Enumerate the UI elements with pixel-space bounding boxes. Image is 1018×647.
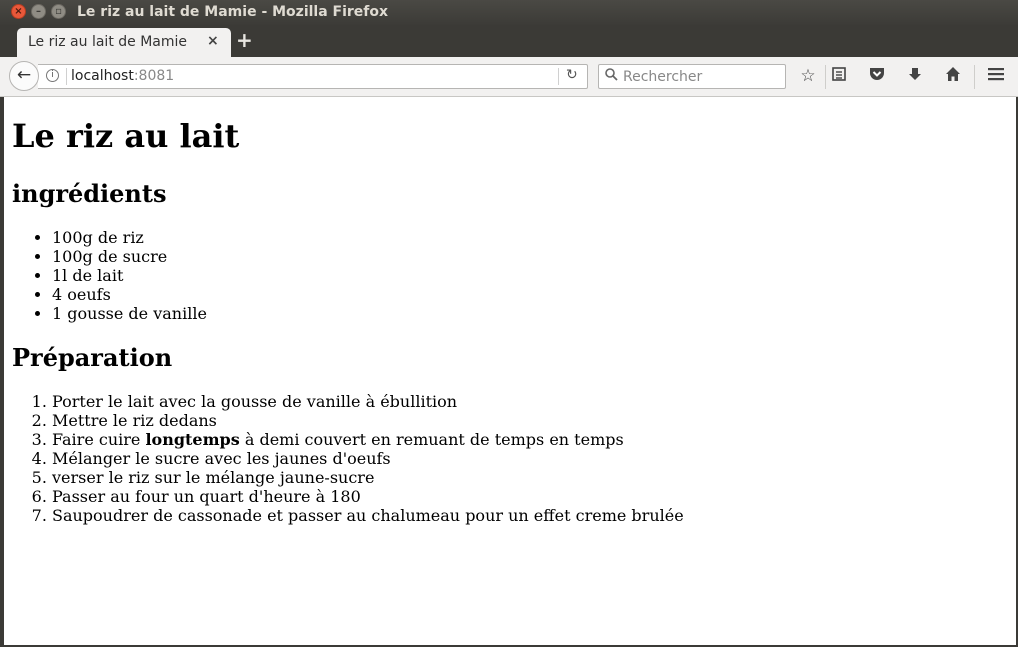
search-icon (605, 68, 618, 85)
download-icon[interactable] (904, 66, 926, 87)
reading-list-icon[interactable] (828, 66, 850, 87)
window-maximize-icon[interactable]: ▫ (51, 4, 66, 19)
new-tab-button[interactable]: + (236, 28, 253, 52)
window-close-icon[interactable]: × (11, 4, 26, 19)
tab-active[interactable]: Le riz au lait de Mamie × (17, 28, 231, 57)
search-input[interactable] (621, 66, 785, 87)
url-bar[interactable]: i localhost:8081 ↻ (38, 64, 588, 89)
toolbar-separator (974, 65, 975, 89)
home-icon[interactable] (942, 66, 964, 87)
navigation-toolbar: i localhost:8081 ↻ ← ☆ (0, 57, 1018, 97)
tab-strip: Le riz au lait de Mamie × + (0, 25, 1018, 57)
page-content: Le riz au lait ingrédients 100g de riz 1… (4, 97, 1016, 645)
step-text: Faire cuire (52, 430, 146, 449)
ingredients-list: 100g de riz 100g de sucre 1l de lait 4 o… (12, 228, 207, 323)
back-arrow-icon: ← (16, 65, 32, 85)
step-item: Mettre le riz dedans (52, 411, 684, 430)
url-port: :8081 (133, 68, 175, 84)
step-item: Porter le lait avec la gousse de vanille… (52, 392, 684, 411)
step-item: Passer au four un quart d'heure à 180 (52, 487, 684, 506)
page-title: Le riz au lait (12, 117, 240, 155)
menu-hamburger-icon[interactable] (985, 66, 1007, 86)
window-title: Le riz au lait de Mamie - Mozilla Firefo… (77, 4, 389, 20)
ingredient-item: 100g de riz (52, 228, 207, 247)
pocket-icon[interactable] (866, 66, 888, 87)
reload-icon[interactable]: ↻ (566, 67, 578, 83)
step-item: Saupoudrer de cassonade et passer au cha… (52, 506, 684, 525)
url-separator (66, 68, 67, 85)
url-text[interactable]: localhost:8081 (71, 68, 174, 84)
preparation-steps: Porter le lait avec la gousse de vanille… (12, 392, 684, 525)
step-item: Faire cuire longtemps à demi couvert en … (52, 430, 684, 449)
tab-close-icon[interactable]: × (207, 33, 219, 49)
step-item: Mélanger le sucre avec les jaunes d'oeuf… (52, 449, 684, 468)
tab-title: Le riz au lait de Mamie (28, 34, 188, 50)
window-titlebar: × – ▫ Le riz au lait de Mamie - Mozilla … (0, 0, 1018, 25)
ingredients-heading: ingrédients (12, 179, 167, 208)
ingredient-item: 100g de sucre (52, 247, 207, 266)
site-info-icon[interactable]: i (46, 69, 59, 82)
reload-separator (558, 68, 559, 85)
toolbar-separator (825, 65, 826, 89)
step-text: à demi couvert en remuant de temps en te… (239, 430, 624, 449)
preparation-heading: Préparation (12, 343, 173, 372)
step-item: verser le riz sur le mélange jaune-sucre (52, 468, 684, 487)
window-minimize-icon[interactable]: – (31, 4, 46, 19)
bookmark-star-icon[interactable]: ☆ (797, 66, 819, 86)
ingredient-item: 1 gousse de vanille (52, 304, 207, 323)
search-bar[interactable] (598, 64, 786, 89)
ingredient-item: 4 oeufs (52, 285, 207, 304)
back-button[interactable]: ← (9, 61, 39, 91)
step-bold-text: longtemps (145, 430, 240, 449)
ingredient-item: 1l de lait (52, 266, 207, 285)
url-host: localhost (71, 68, 134, 84)
